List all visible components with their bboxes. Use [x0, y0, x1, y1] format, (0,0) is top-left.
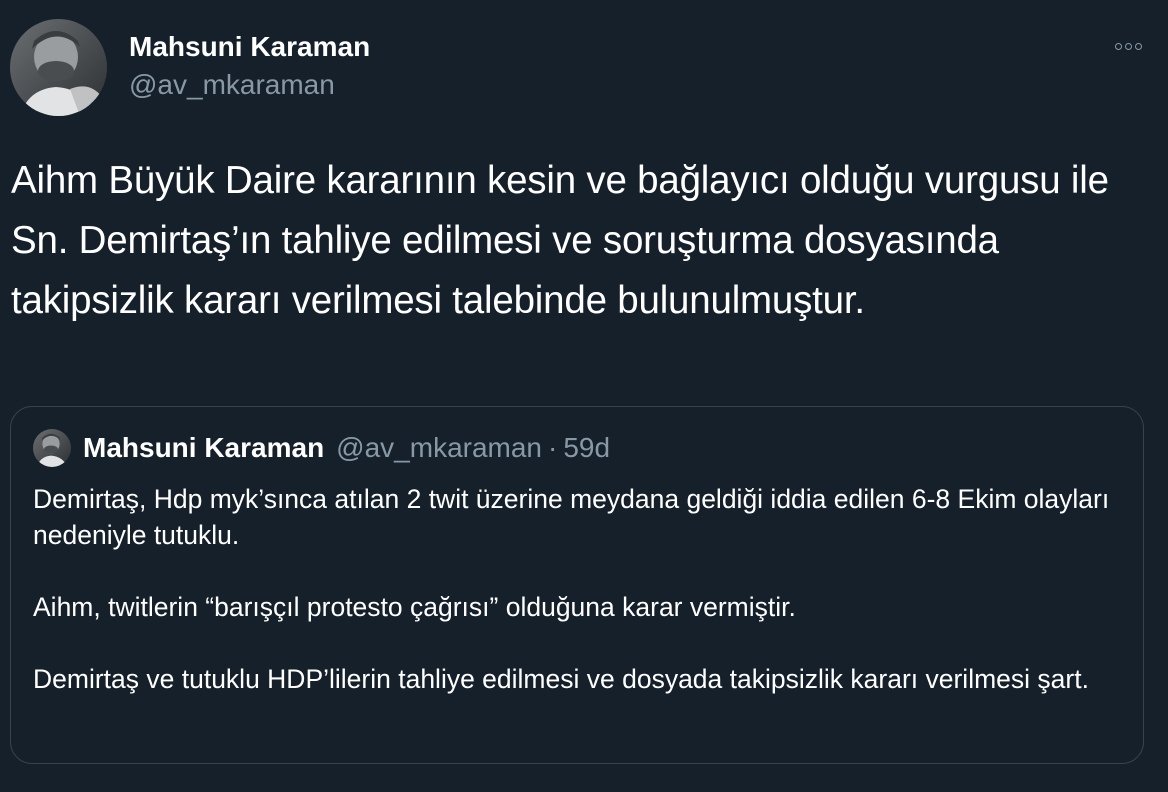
quoted-separator: ·	[548, 432, 558, 463]
quoted-author-name: Mahsuni Karaman	[83, 432, 325, 463]
quoted-paragraph: Demirtaş ve tutuklu HDP’lilerin tahliye …	[33, 664, 1089, 694]
quoted-header: Mahsuni Karaman @av_mkaraman · 59d	[83, 431, 610, 465]
more-dots-icon[interactable]	[1110, 34, 1146, 58]
avatar-photo	[10, 19, 107, 116]
tweet-text: Aihm Büyük Daire kararının kesin ve bağl…	[11, 159, 1109, 322]
quoted-timestamp: 59d	[563, 432, 611, 463]
author-name[interactable]: Mahsuni Karaman	[129, 30, 370, 64]
tweet-page: { "tweet": { "author_name": "Mahsuni Kar…	[0, 0, 1168, 792]
quoted-author-handle: @av_mkaraman	[336, 432, 543, 463]
quoted-paragraph: Aihm, twitlerin “barışçıl protesto çağrı…	[33, 592, 796, 622]
more-dot	[1124, 42, 1132, 50]
author-avatar[interactable]	[10, 19, 107, 116]
more-dot	[1134, 42, 1142, 50]
more-dot	[1114, 42, 1122, 50]
quoted-text: Demirtaş, Hdp myk’sınca atılan 2 twit üz…	[33, 481, 1123, 697]
avatar-photo	[33, 429, 71, 467]
quoted-author-avatar	[33, 429, 71, 467]
author-handle[interactable]: @av_mkaraman	[129, 68, 335, 102]
quoted-tweet[interactable]: Mahsuni Karaman @av_mkaraman · 59d Demir…	[10, 406, 1144, 764]
quoted-paragraph: Demirtaş, Hdp myk’sınca atılan 2 twit üz…	[33, 484, 1110, 550]
